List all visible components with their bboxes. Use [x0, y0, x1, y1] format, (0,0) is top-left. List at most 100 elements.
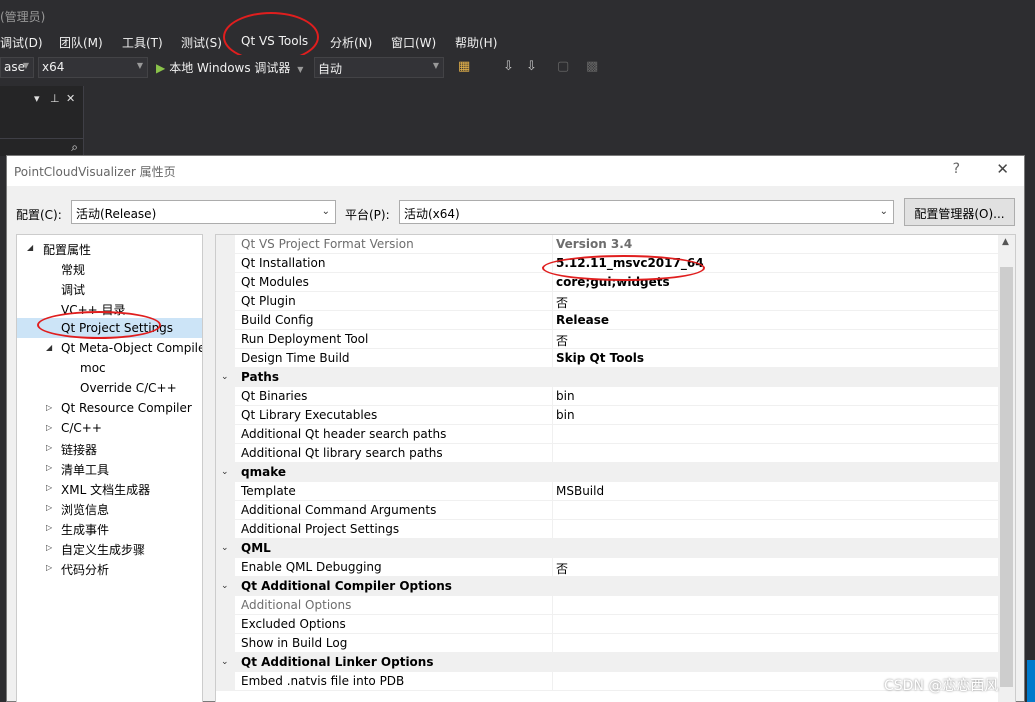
run-debugger-label: 本地 Windows 调试器	[169, 61, 291, 75]
scroll-up-icon[interactable]: ▲	[1002, 237, 1009, 247]
vertical-scrollbar[interactable]: ▲	[998, 235, 1015, 702]
tree-item[interactable]: VC++ 目录	[17, 298, 202, 318]
menu-help[interactable]: 帮助(H)	[455, 34, 497, 51]
collapse-icon[interactable]: ⌄	[221, 543, 229, 553]
platform-select[interactable]: 活动(x64) ⌄	[399, 200, 894, 224]
scrollbar-thumb[interactable]	[1000, 267, 1013, 687]
tree-item[interactable]: ▷ 浏览信息	[17, 498, 202, 518]
property-value[interactable]: Skip Qt Tools	[556, 351, 644, 365]
property-row[interactable]: Qt Plugin 否	[216, 292, 998, 311]
collapse-icon[interactable]: ⌄	[221, 467, 229, 477]
category-row[interactable]: ⌄ Qt Additional Linker Options	[216, 653, 998, 672]
property-row[interactable]: Embed .natvis file into PDB	[216, 672, 998, 691]
property-row[interactable]: Additional Qt library search paths	[216, 444, 998, 463]
property-row[interactable]: Template MSBuild	[216, 482, 998, 501]
tree-item[interactable]: Qt Project Settings	[17, 318, 202, 338]
property-row[interactable]: Design Time Build Skip Qt Tools	[216, 349, 998, 368]
property-value[interactable]: 5.12.11_msvc2017_64	[556, 256, 704, 270]
config-select[interactable]: 活动(Release) ⌄	[71, 200, 336, 224]
tree-item[interactable]: ▷ 清单工具	[17, 458, 202, 478]
tree-item[interactable]: ▷ C/C++	[17, 418, 202, 438]
collapse-icon[interactable]: ⌄	[221, 372, 229, 382]
property-value[interactable]: core;gui;widgets	[556, 275, 670, 289]
category-row[interactable]: ⌄ Paths	[216, 368, 998, 387]
expand-icon[interactable]: ▷	[46, 563, 52, 572]
property-value[interactable]: bin	[556, 408, 575, 422]
property-row[interactable]: Additional Project Settings	[216, 520, 998, 539]
property-row[interactable]: Run Deployment Tool 否	[216, 330, 998, 349]
property-row[interactable]: Excluded Options	[216, 615, 998, 634]
property-row[interactable]: Show in Build Log	[216, 634, 998, 653]
tree-item[interactable]: ◢ 配置属性	[17, 238, 202, 258]
bookmark-icon[interactable]: ▢	[557, 59, 569, 74]
category-row[interactable]: ⌄ QML	[216, 539, 998, 558]
property-value[interactable]: Version 3.4	[556, 237, 632, 251]
property-value[interactable]: 否	[556, 294, 568, 311]
expand-icon[interactable]: ▷	[46, 463, 52, 472]
property-value[interactable]: 否	[556, 332, 568, 349]
property-row[interactable]: Qt Installation 5.12.11_msvc2017_64	[216, 254, 998, 273]
expand-icon[interactable]: ▷	[46, 503, 52, 512]
property-row[interactable]: Qt Library Executables bin	[216, 406, 998, 425]
build-icon[interactable]: ⇩	[503, 59, 514, 74]
run-debugger-button[interactable]: ▶ 本地 Windows 调试器 ▼	[156, 59, 303, 76]
property-row[interactable]: Build Config Release	[216, 311, 998, 330]
expand-icon[interactable]: ▷	[46, 443, 52, 452]
dropdown-icon[interactable]: ▾	[34, 92, 40, 105]
category-row[interactable]: ⌄ qmake	[216, 463, 998, 482]
property-value[interactable]: Release	[556, 313, 609, 327]
expand-icon[interactable]: ▷	[46, 543, 52, 552]
menu-debug[interactable]: 调试(D)	[0, 34, 43, 51]
pin-icon[interactable]: ⊥	[50, 92, 60, 105]
collapse-icon[interactable]: ⌄	[221, 581, 229, 591]
property-row[interactable]: Qt VS Project Format Version Version 3.4	[216, 235, 998, 254]
tree-item[interactable]: ◢ Qt Meta-Object Compile	[17, 338, 202, 358]
tree-item[interactable]: ▷ 代码分析	[17, 558, 202, 578]
menu-tools[interactable]: 工具(T)	[122, 34, 163, 51]
property-value[interactable]: 否	[556, 560, 568, 577]
menu-analyze[interactable]: 分析(N)	[330, 34, 372, 51]
property-row[interactable]: Additional Qt header search paths	[216, 425, 998, 444]
platform-combo[interactable]: x64 ▼	[38, 57, 148, 78]
menu-team[interactable]: 团队(M)	[59, 34, 103, 51]
collapse-icon[interactable]: ⌄	[221, 657, 229, 667]
menu-bar: 调试(D) 团队(M) 工具(T) 测试(S) Qt VS Tools 分析(N…	[0, 30, 1035, 54]
collapse-icon[interactable]: ◢	[27, 243, 33, 252]
property-row[interactable]: Enable QML Debugging 否	[216, 558, 998, 577]
property-row[interactable]: Qt Modules core;gui;widgets	[216, 273, 998, 292]
tree-item[interactable]: ▷ 生成事件	[17, 518, 202, 538]
tree-item[interactable]: ▷ Qt Resource Compiler	[17, 398, 202, 418]
grid-icon[interactable]: ▩	[586, 59, 598, 74]
mode-combo[interactable]: 自动 ▼	[314, 57, 444, 78]
folder-icon[interactable]: ▦	[458, 59, 470, 74]
expand-icon[interactable]: ▷	[46, 483, 52, 492]
property-row[interactable]: Additional Command Arguments	[216, 501, 998, 520]
config-manager-button[interactable]: 配置管理器(O)...	[904, 198, 1015, 226]
category-row[interactable]: ⌄ Qt Additional Compiler Options	[216, 577, 998, 596]
expand-icon[interactable]: ▷	[46, 423, 52, 432]
close-icon[interactable]: ✕	[66, 92, 75, 105]
solution-explorer-panel: ▾ ⊥ ✕ ⌕	[0, 86, 84, 156]
tree-item[interactable]: 调试	[17, 278, 202, 298]
property-row[interactable]: Additional Options	[216, 596, 998, 615]
tree-item[interactable]: Override C/C++	[17, 378, 202, 398]
menu-qt-vs-tools[interactable]: Qt VS Tools	[241, 34, 308, 48]
tree-item[interactable]: ▷ 链接器	[17, 438, 202, 458]
property-value[interactable]: bin	[556, 389, 575, 403]
collapse-icon[interactable]: ◢	[46, 343, 52, 352]
tree-item[interactable]: ▷ XML 文档生成器	[17, 478, 202, 498]
tree-item[interactable]: moc	[17, 358, 202, 378]
expand-icon[interactable]: ▷	[46, 403, 52, 412]
property-value[interactable]: MSBuild	[556, 484, 604, 498]
menu-test[interactable]: 测试(S)	[181, 34, 222, 51]
tree-item[interactable]: 常规	[17, 258, 202, 278]
menu-window[interactable]: 窗口(W)	[391, 34, 436, 51]
deploy-icon[interactable]: ⇩	[526, 59, 537, 74]
config-combo[interactable]: ase ▼	[0, 57, 34, 78]
close-icon[interactable]: ✕	[996, 160, 1009, 178]
help-icon[interactable]: ?	[953, 161, 960, 177]
panel-search[interactable]: ⌕	[0, 138, 84, 156]
property-row[interactable]: Qt Binaries bin	[216, 387, 998, 406]
tree-item[interactable]: ▷ 自定义生成步骤	[17, 538, 202, 558]
expand-icon[interactable]: ▷	[46, 523, 52, 532]
